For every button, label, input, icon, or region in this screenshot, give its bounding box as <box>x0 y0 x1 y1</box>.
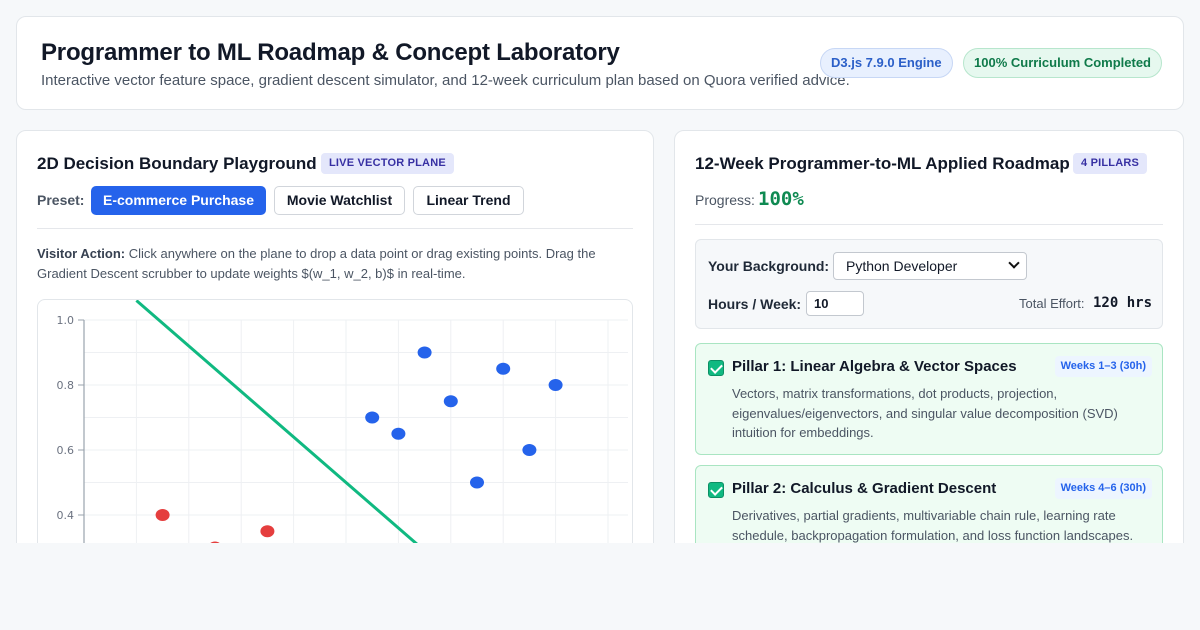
playground-panel: 2D Decision Boundary Playground LIVE VEC… <box>16 130 654 590</box>
pillar-title: Pillar 2: Calculus & Gradient Descent <box>732 480 997 497</box>
effort-value: 120 hrs <box>1093 295 1153 311</box>
y-tick-label: 0.8 <box>57 379 75 392</box>
hours-label: Hours / Week: <box>708 296 802 312</box>
progress-label: Progress: <box>695 192 755 208</box>
data-point[interactable] <box>470 476 484 489</box>
data-point[interactable] <box>260 525 275 538</box>
data-point[interactable] <box>496 362 511 375</box>
hours-input[interactable]: 10 <box>806 291 864 316</box>
pillar-checkbox[interactable] <box>708 482 724 498</box>
preset-ecommerce-button[interactable]: E-commerce Purchase <box>91 186 266 215</box>
data-point[interactable] <box>365 411 380 424</box>
pillar-weeks-badge: Weeks 1–3 (30h) <box>1054 356 1152 377</box>
pillar-title: Pillar 1: Linear Algebra & Vector Spaces <box>732 358 1017 375</box>
y-tick-label: 1.0 <box>57 314 75 327</box>
playground-title: 2D Decision Boundary Playground <box>37 154 317 173</box>
engine-badge: D3.js 7.9.0 Engine <box>820 48 953 78</box>
decision-boundary-line <box>135 300 426 552</box>
background-select-value: Python Developer <box>846 258 958 274</box>
y-tick-label: 0.6 <box>57 444 75 457</box>
progress-value: 100% <box>758 188 804 210</box>
divider <box>695 224 1163 225</box>
pillars-tag: 4 PILLARS <box>1073 153 1148 174</box>
data-point[interactable] <box>391 427 406 440</box>
pillar-checkbox[interactable] <box>708 360 724 376</box>
live-vector-plane-tag: LIVE VECTOR PLANE <box>321 153 454 174</box>
divider <box>37 228 633 229</box>
background-select[interactable]: Python Developer <box>833 252 1027 280</box>
completion-badge: 100% Curriculum Completed <box>963 48 1162 78</box>
effort-label: Total Effort: <box>1019 296 1085 311</box>
preset-movie-button[interactable]: Movie Watchlist <box>274 186 405 215</box>
pillar-weeks-badge: Weeks 4–6 (30h) <box>1054 478 1152 499</box>
page-title: Programmer to ML Roadmap & Concept Labor… <box>41 39 620 66</box>
y-tick-label: 0.4 <box>57 509 75 522</box>
instruction-text: Visitor Action: Click anywhere on the pl… <box>37 244 627 284</box>
pillar-card: Pillar 1: Linear Algebra & Vector Spaces… <box>695 343 1163 455</box>
background-label: Your Background: <box>708 258 830 274</box>
pillar-description: Derivatives, partial gradients, multivar… <box>732 508 1134 543</box>
preset-linear-button[interactable]: Linear Trend <box>413 186 524 215</box>
page-footer-area <box>0 543 1200 630</box>
roadmap-panel: 12-Week Programmer-to-ML Applied Roadmap… <box>674 130 1184 590</box>
instruction-bold: Visitor Action: <box>37 246 126 261</box>
page-subtitle: Interactive vector feature space, gradie… <box>41 72 850 89</box>
data-point[interactable] <box>548 379 563 391</box>
data-point[interactable] <box>417 346 432 359</box>
header-card: Programmer to ML Roadmap & Concept Labor… <box>16 16 1184 110</box>
preset-label: Preset: <box>37 192 85 208</box>
chevron-down-icon <box>1008 257 1020 269</box>
data-point[interactable] <box>522 444 537 456</box>
roadmap-title: 12-Week Programmer-to-ML Applied Roadmap <box>695 154 1070 173</box>
settings-box: Your Background: Python Developer Hours … <box>695 239 1163 329</box>
data-point[interactable] <box>155 509 170 521</box>
pillar-description: Vectors, matrix transformations, dot pro… <box>732 386 1118 440</box>
data-point[interactable] <box>443 395 458 408</box>
